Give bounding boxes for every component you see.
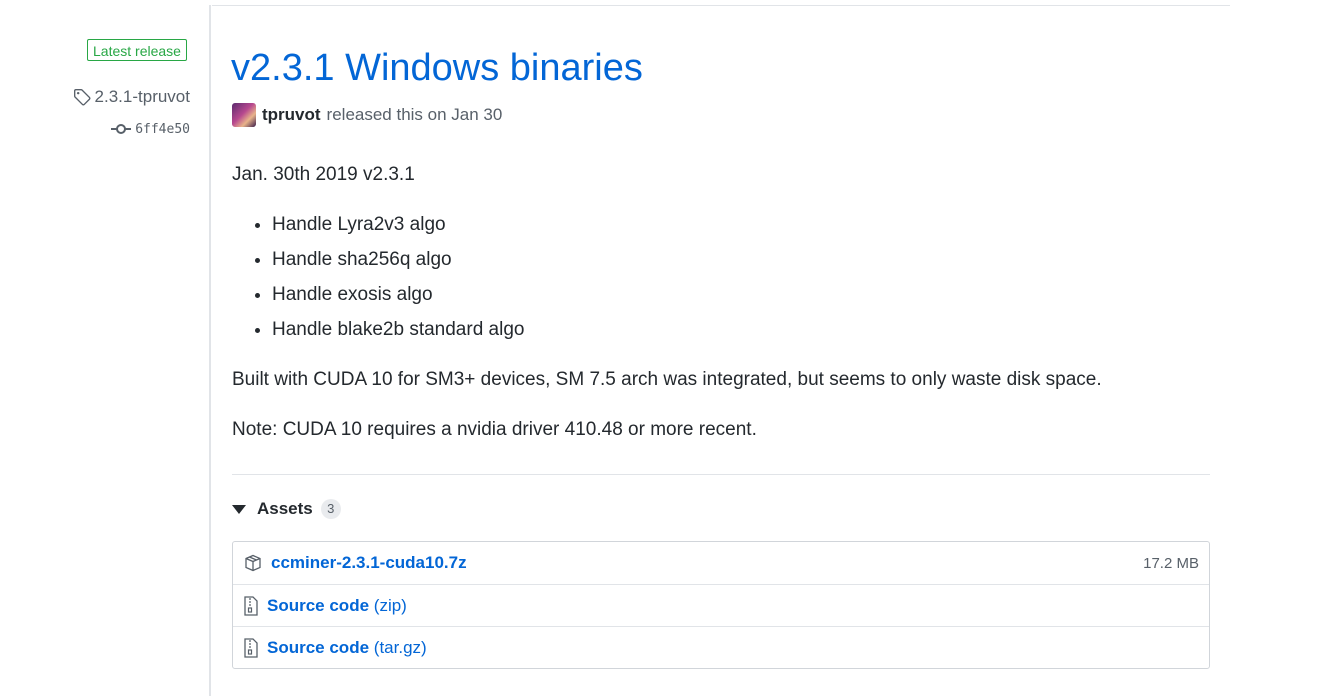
avatar[interactable] (232, 103, 256, 127)
source-code-zip-link[interactable]: Source code (zip) (267, 596, 407, 616)
release-date-text: released this on Jan 30 (326, 105, 503, 124)
archive-format-label: (tar.gz) (373, 637, 427, 657)
asset-row: ccminer-2.3.1-cuda10.7z 17.2 MB (233, 542, 1209, 584)
release-title[interactable]: v2.3.1 Windows binaries (231, 44, 643, 92)
build-info-paragraph: Built with CUDA 10 for SM3+ devices, SM … (232, 369, 1102, 390)
package-icon (243, 554, 263, 572)
file-zip-icon (243, 595, 259, 616)
assets-divider (232, 474, 1210, 475)
release-timeline-line (209, 5, 211, 696)
list-item: Handle sha256q algo (272, 245, 524, 280)
changes-list: Handle Lyra2v3 algo Handle sha256q algo … (232, 210, 524, 350)
asset-row: Source code (zip) (233, 584, 1209, 626)
list-item: Handle Lyra2v3 algo (272, 210, 524, 245)
git-commit-icon (111, 122, 132, 136)
release-tag-label: 2.3.1-tpruvot (94, 87, 190, 106)
latest-release-badge[interactable]: Latest release (87, 39, 187, 61)
source-code-label: Source code (267, 595, 370, 615)
archive-format-label: (zip) (373, 595, 407, 615)
commit-sha: 6ff4e50 (135, 121, 190, 137)
asset-download-link[interactable]: ccminer-2.3.1-cuda10.7z (271, 553, 467, 573)
assets-list: ccminer-2.3.1-cuda10.7z 17.2 MB Source c… (232, 541, 1210, 669)
top-divider (212, 5, 1230, 6)
driver-note-paragraph: Note: CUDA 10 requires a nvidia driver 4… (232, 419, 757, 440)
commit-link[interactable]: 6ff4e50 (111, 119, 190, 139)
asset-row: Source code (tar.gz) (233, 626, 1209, 668)
release-date-line: Jan. 30th 2019 v2.3.1 (232, 164, 415, 185)
release-tag-link[interactable]: 2.3.1-tpruvot (73, 86, 190, 108)
list-item: Handle exosis algo (272, 280, 524, 315)
source-code-targz-link[interactable]: Source code (tar.gz) (267, 638, 427, 658)
tag-icon (73, 88, 91, 106)
list-item: Handle blake2b standard algo (272, 315, 524, 350)
triangle-down-icon (232, 504, 246, 514)
author-link[interactable]: tpruvot (262, 105, 321, 125)
assets-count-badge: 3 (320, 499, 341, 519)
asset-file-size: 17.2 MB (1143, 554, 1199, 572)
release-byline: tpruvot released this on Jan 30 (232, 102, 502, 128)
assets-label: Assets (257, 499, 313, 518)
assets-toggle[interactable]: Assets 3 (232, 496, 341, 522)
source-code-label: Source code (267, 637, 370, 657)
file-zip-icon (243, 637, 259, 658)
